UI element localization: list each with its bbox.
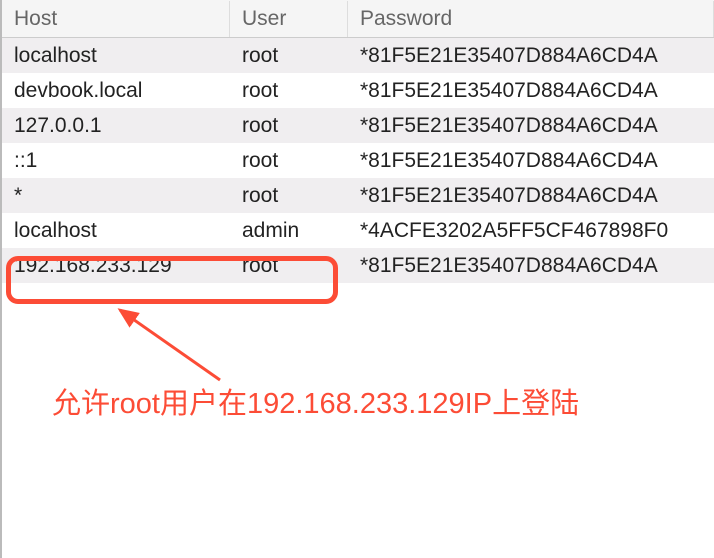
table-row[interactable]: localhost root *81F5E21E35407D884A6CD4A	[2, 38, 714, 73]
cell-host: 192.168.233.129	[2, 250, 230, 282]
cell-password: *81F5E21E35407D884A6CD4A	[348, 180, 714, 212]
cell-user: admin	[230, 215, 348, 247]
cell-host: localhost	[2, 215, 230, 247]
column-header-host[interactable]: Host	[2, 1, 230, 37]
cell-password: *81F5E21E35407D884A6CD4A	[348, 75, 714, 107]
cell-user: root	[230, 145, 348, 177]
table-header-row: Host User Password	[2, 0, 714, 38]
table-row[interactable]: * root *81F5E21E35407D884A6CD4A	[2, 178, 714, 213]
cell-host: ::1	[2, 145, 230, 177]
cell-password: *81F5E21E35407D884A6CD4A	[348, 250, 714, 282]
cell-host: 127.0.0.1	[2, 110, 230, 142]
cell-password: *81F5E21E35407D884A6CD4A	[348, 40, 714, 72]
cell-user: root	[230, 110, 348, 142]
cell-user: root	[230, 180, 348, 212]
table-row[interactable]: ::1 root *81F5E21E35407D884A6CD4A	[2, 143, 714, 178]
cell-host: *	[2, 180, 230, 212]
column-header-password[interactable]: Password	[348, 1, 714, 37]
cell-password: *4ACFE3202A5FF5CF467898F0	[348, 215, 714, 247]
table-row[interactable]: 192.168.233.129 root *81F5E21E35407D884A…	[2, 248, 714, 283]
table-row[interactable]: 127.0.0.1 root *81F5E21E35407D884A6CD4A	[2, 108, 714, 143]
cell-user: root	[230, 250, 348, 282]
cell-user: root	[230, 75, 348, 107]
cell-host: localhost	[2, 40, 230, 72]
table-row[interactable]: devbook.local root *81F5E21E35407D884A6C…	[2, 73, 714, 108]
column-header-user[interactable]: User	[230, 1, 348, 37]
cell-password: *81F5E21E35407D884A6CD4A	[348, 145, 714, 177]
cell-host: devbook.local	[2, 75, 230, 107]
user-table: Host User Password localhost root *81F5E…	[0, 0, 714, 558]
cell-password: *81F5E21E35407D884A6CD4A	[348, 110, 714, 142]
table-body: localhost root *81F5E21E35407D884A6CD4A …	[2, 38, 714, 283]
cell-user: root	[230, 40, 348, 72]
table-row[interactable]: localhost admin *4ACFE3202A5FF5CF467898F…	[2, 213, 714, 248]
